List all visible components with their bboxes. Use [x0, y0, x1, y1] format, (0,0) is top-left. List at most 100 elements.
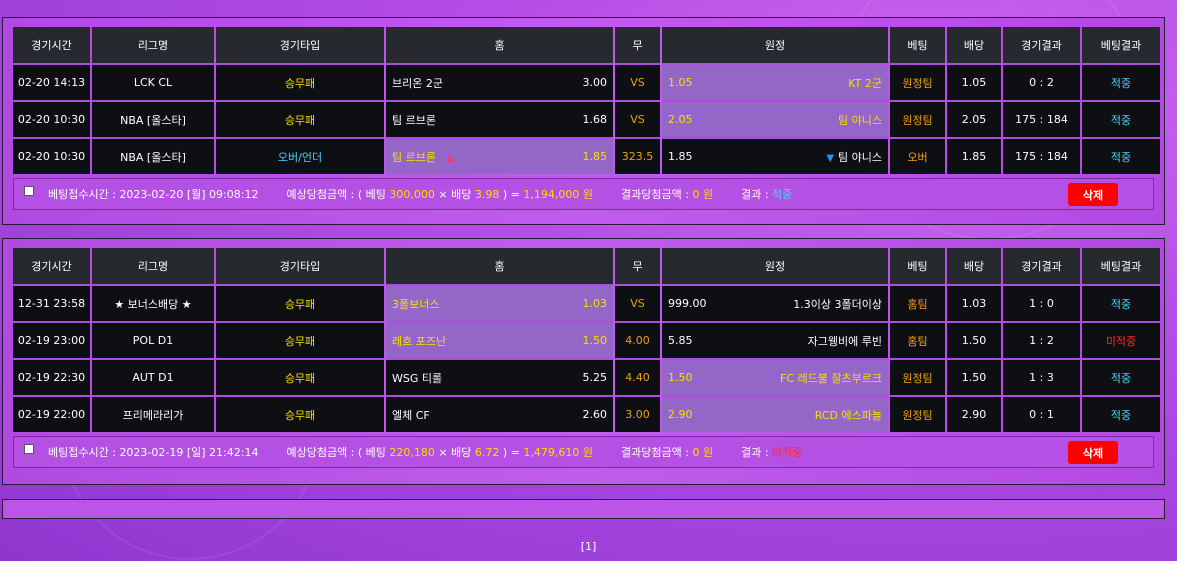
delete-button[interactable]: 삭제	[1068, 441, 1118, 464]
home-odds: 5.25	[582, 371, 608, 384]
away-cell[interactable]: 1.50 FC 레드불 잘츠부르크	[662, 358, 888, 395]
select-checkbox[interactable]	[24, 186, 34, 196]
draw-cell[interactable]: VS	[615, 63, 660, 100]
league-name: POL D1	[92, 321, 214, 358]
draw-cell[interactable]: VS	[615, 284, 660, 321]
bet-odds: 1.03	[947, 284, 1001, 321]
bet-summary: 베팅접수시간 : 2023-02-19 [일] 21:42:14 예상당첨금액 :…	[13, 436, 1154, 468]
column-header: 경기결과	[1003, 248, 1080, 284]
home-cell[interactable]: 팀 르브론 1.68	[386, 100, 613, 137]
match-time: 02-20 14:13	[13, 63, 90, 100]
away-cell[interactable]: 2.05 팀 야니스	[662, 100, 888, 137]
home-odds: 1.03	[582, 297, 608, 310]
bet-slip-1: 경기시간 리그명 경기타입 홈 무 원정 베팅 배당 경기결과 베팅결과 02-20 14:13 L…	[2, 17, 1165, 225]
delete-button[interactable]: 삭제	[1068, 183, 1118, 206]
away-odds: 1.05	[668, 76, 693, 89]
away-cell[interactable]: 1.05 KT 2군	[662, 63, 888, 100]
bet-odds: 1.50	[947, 321, 1001, 358]
column-header: 원정	[662, 27, 888, 63]
home-cell[interactable]: 팀 르브론 ▲ 1.85	[386, 137, 613, 174]
match-score: 1 : 0	[1003, 284, 1080, 321]
select-checkbox[interactable]	[24, 444, 34, 454]
league-name: 프리메라리가	[92, 395, 214, 432]
home-odds: 1.68	[582, 113, 608, 126]
away-cell[interactable]: 1.85 ▼ 팀 야니스	[662, 137, 888, 174]
away-team: 팀 야니스	[838, 113, 882, 127]
match-time: 02-19 22:30	[13, 358, 90, 395]
bet-result: 적중	[1082, 63, 1160, 100]
match-time: 12-31 23:58	[13, 284, 90, 321]
match-time: 02-19 22:00	[13, 395, 90, 432]
column-header: 경기시간	[13, 248, 90, 284]
bet-result: 적중	[1082, 395, 1160, 432]
game-type: 승무패	[216, 63, 384, 100]
home-team: 브리온 2군	[392, 76, 443, 90]
home-cell[interactable]: 브리온 2군 3.00	[386, 63, 613, 100]
away-cell[interactable]: 5.85 자그웽비에 루빈	[662, 321, 888, 358]
table-row: 02-20 14:13 LCK CL 승무패 브리온 2군 3.00 VS 1.05 KT 2…	[13, 63, 1160, 100]
column-header: 홈	[386, 27, 613, 63]
bet-time: 베팅접수시간 : 2023-02-20 [월] 09:08:12	[48, 188, 259, 201]
bet-odds: 1.85	[947, 137, 1001, 174]
arrow-down-icon: ▼	[826, 152, 835, 164]
bet-summary: 베팅접수시간 : 2023-02-20 [월] 09:08:12 예상당첨금액 :…	[13, 178, 1154, 210]
away-cell[interactable]: 2.90 RCD 에스파뇰	[662, 395, 888, 432]
home-team: 팀 르브론	[392, 113, 436, 127]
table-row: 02-20 10:30 NBA [올스타] 승무패 팀 르브론 1.68 VS 2.05 팀 …	[13, 100, 1160, 137]
won-amount: 결과당첨금액 : 0 원	[621, 188, 714, 201]
column-header: 베팅결과	[1082, 27, 1160, 63]
away-odds: 2.05	[668, 113, 693, 126]
won-amount: 결과당첨금액 : 0 원	[621, 446, 714, 459]
home-cell[interactable]: 레흐 포즈난 1.50	[386, 321, 613, 358]
home-cell[interactable]: 3폴보너스 1.03	[386, 284, 613, 321]
game-type: 오버/언더	[216, 137, 384, 174]
draw-cell[interactable]: 3.00	[615, 395, 660, 432]
pagination[interactable]: [1]	[0, 540, 1177, 553]
bet-pick: 홈팀	[890, 284, 945, 321]
bet-result: 적중	[1082, 100, 1160, 137]
away-team: FC 레드불 잘츠부르크	[780, 371, 882, 385]
bet-pick: 원정팀	[890, 63, 945, 100]
column-header: 홈	[386, 248, 613, 284]
slip-result: 결과 : 미적중	[741, 446, 803, 459]
league-name: NBA [올스타]	[92, 100, 214, 137]
bet-slip-2: 경기시간 리그명 경기타입 홈 무 원정 베팅 배당 경기결과 베팅결과 12-31 23:58 ★…	[2, 238, 1165, 485]
away-odds: 2.90	[668, 408, 693, 421]
table-row: 02-19 22:30 AUT D1 승무패 WSG 티롤 5.25 4.40 1.50 FC…	[13, 358, 1160, 395]
home-cell[interactable]: WSG 티롤 5.25	[386, 358, 613, 395]
home-odds: 2.60	[582, 408, 608, 421]
bet-result: 적중	[1082, 358, 1160, 395]
bet-time: 베팅접수시간 : 2023-02-19 [일] 21:42:14	[48, 446, 259, 459]
bet-table: 경기시간 리그명 경기타입 홈 무 원정 베팅 배당 경기결과 베팅결과 02-20 14:13 L…	[11, 27, 1162, 174]
column-header: 베팅	[890, 27, 945, 63]
expected-payout: 예상당첨금액 : ( 베팅 300,000 × 배당 3.98 ) = 1,19…	[286, 188, 594, 201]
league-name: ★ 보너스배당 ★	[92, 284, 214, 321]
away-team: KT 2군	[848, 76, 882, 90]
draw-cell[interactable]: 323.5	[615, 137, 660, 174]
column-header: 배당	[947, 248, 1001, 284]
away-team: RCD 에스파뇰	[814, 408, 882, 422]
draw-cell[interactable]: 4.40	[615, 358, 660, 395]
match-score: 1 : 2	[1003, 321, 1080, 358]
home-odds: 1.85	[582, 150, 608, 163]
footer-bar	[2, 499, 1165, 519]
bet-odds: 2.90	[947, 395, 1001, 432]
away-odds: 1.85	[668, 150, 693, 163]
away-cell[interactable]: 999.00 1.3이상 3폴더이상	[662, 284, 888, 321]
bet-pick: 원정팀	[890, 358, 945, 395]
bet-result: 적중	[1082, 284, 1160, 321]
match-score: 175 : 184	[1003, 137, 1080, 174]
away-team: ▼ 팀 야니스	[826, 150, 882, 164]
draw-cell[interactable]: 4.00	[615, 321, 660, 358]
column-header: 원정	[662, 248, 888, 284]
column-header: 베팅	[890, 248, 945, 284]
column-header: 베팅결과	[1082, 248, 1160, 284]
home-cell[interactable]: 엘체 CF 2.60	[386, 395, 613, 432]
draw-cell[interactable]: VS	[615, 100, 660, 137]
league-name: LCK CL	[92, 63, 214, 100]
league-name: AUT D1	[92, 358, 214, 395]
table-header: 경기시간 리그명 경기타입 홈 무 원정 베팅 배당 경기결과 베팅결과	[13, 27, 1160, 63]
bet-odds: 1.50	[947, 358, 1001, 395]
column-header: 리그명	[92, 248, 214, 284]
column-header: 경기타입	[216, 27, 384, 63]
